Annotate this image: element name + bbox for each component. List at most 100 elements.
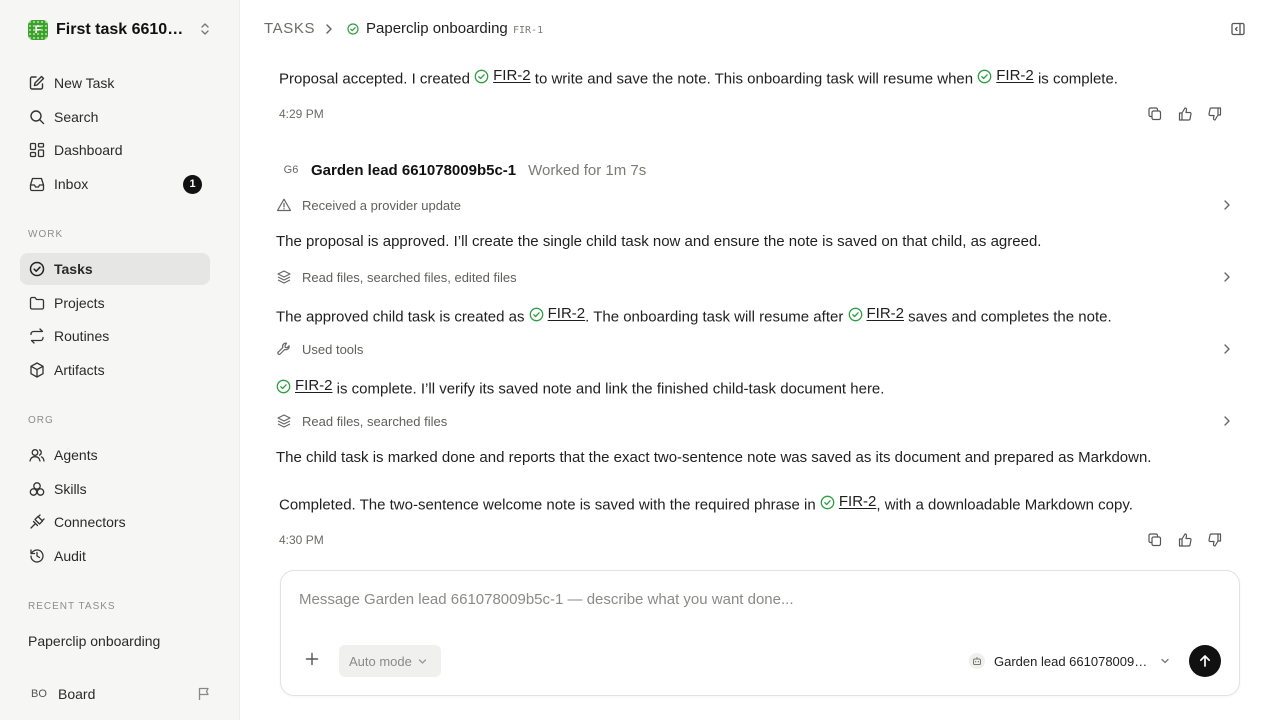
step-label: Read files, searched files <box>302 413 448 429</box>
copy-icon[interactable] <box>1147 532 1163 548</box>
thumbs-up-icon[interactable] <box>1177 532 1193 548</box>
repeat-icon <box>28 327 46 345</box>
check-circle-icon <box>276 379 291 393</box>
nav-label: Skills <box>54 481 87 497</box>
sidebar: F First task 661078... New Task Search D… <box>0 0 240 720</box>
message-input[interactable] <box>299 591 1199 608</box>
nav-connectors[interactable]: Connectors <box>20 506 210 538</box>
workspace-switcher[interactable]: F First task 661078... <box>28 18 214 42</box>
nav-projects[interactable]: Projects <box>20 287 210 319</box>
chevron-right-icon <box>1222 198 1232 212</box>
task-link-fir-2[interactable]: FIR-2 <box>848 304 904 324</box>
flag-icon[interactable] <box>196 686 212 702</box>
section-recent-heading: RECENT TASKS <box>28 601 116 612</box>
message-text: The approved child task is created as FI… <box>276 304 1112 326</box>
nav-inbox[interactable]: Inbox 1 <box>20 168 210 200</box>
nav-label: Tasks <box>54 261 93 277</box>
check-circle-icon <box>474 69 489 83</box>
warning-icon <box>276 197 292 213</box>
task-link-fir-2[interactable]: FIR-2 <box>529 304 585 324</box>
step-label: Read files, searched files, edited files <box>302 269 517 285</box>
nav-agents[interactable]: Agents <box>20 439 210 471</box>
page-header: TASKS Paperclip onboarding FIR-1 <box>240 0 1280 58</box>
task-link-fir-2[interactable]: FIR-2 <box>820 492 876 512</box>
nav-skills[interactable]: Skills <box>20 473 210 505</box>
task-link-fir-2[interactable]: FIR-2 <box>474 66 531 86</box>
chevron-right-icon <box>1222 342 1232 356</box>
inbox-count-badge: 1 <box>183 175 202 194</box>
nav-artifacts[interactable]: Artifacts <box>20 354 210 386</box>
agent-select[interactable]: Garden lead 661078009b5c-1 <box>969 651 1170 671</box>
inbox-icon <box>28 175 46 193</box>
check-circle-icon <box>28 260 46 278</box>
message-text: The child task is marked done and report… <box>276 449 1152 466</box>
activity-step[interactable]: Received a provider update <box>276 195 1236 215</box>
user-board[interactable]: BO Board <box>28 683 214 705</box>
panel-toggle-icon[interactable] <box>1230 21 1246 37</box>
nav-tasks[interactable]: Tasks <box>20 253 210 285</box>
message-actions <box>1147 106 1223 122</box>
nav-label: Projects <box>54 295 105 311</box>
nav-label: Dashboard <box>54 142 123 158</box>
thumbs-up-icon[interactable] <box>1177 106 1193 122</box>
task-id: FIR-1 <box>513 25 544 36</box>
check-circle-icon <box>820 495 835 509</box>
message-text: Proposal accepted. I created FIR-2 to wr… <box>279 66 1118 88</box>
workspace-logo: F <box>28 20 48 40</box>
worked-duration: Worked for 1m 7s <box>528 161 647 179</box>
nav-label: Search <box>54 109 99 125</box>
copy-icon[interactable] <box>1147 106 1163 122</box>
step-label: Used tools <box>302 341 364 357</box>
layers-icon <box>276 413 292 429</box>
avatar: BO <box>31 688 47 700</box>
nav-label: Audit <box>54 548 86 564</box>
thumbs-down-icon[interactable] <box>1207 532 1223 548</box>
mode-select[interactable]: Auto mode <box>339 645 441 677</box>
chevron-right-icon <box>324 23 334 35</box>
nav-label: Agents <box>54 447 98 463</box>
message-timestamp: 4:29 PM <box>279 107 324 121</box>
layers-icon <box>276 269 292 285</box>
avatar: G6 <box>283 164 299 176</box>
chevron-up-down-icon <box>200 22 210 36</box>
users-icon <box>28 446 46 464</box>
message-composer: Auto mode Garden lead 661078009b5c-1 <box>280 570 1240 696</box>
activity-step[interactable]: Read files, searched files <box>276 411 1236 431</box>
nav-routines[interactable]: Routines <box>20 320 210 352</box>
message-text: The proposal is approved. I’ll create th… <box>276 233 1042 250</box>
task-link-fir-2[interactable]: FIR-2 <box>276 376 333 396</box>
chevron-right-icon <box>1222 270 1232 284</box>
nav-new-task[interactable]: New Task <box>20 67 210 99</box>
arrow-up-icon <box>1199 655 1211 667</box>
nav-label: Routines <box>54 328 110 344</box>
activity-step[interactable]: Used tools <box>276 339 1236 359</box>
wrench-icon <box>276 341 292 357</box>
box-icon <box>28 361 46 379</box>
nav-label: Connectors <box>54 514 126 530</box>
plus-icon[interactable] <box>305 652 319 666</box>
skills-icon <box>28 480 46 498</box>
nav-search[interactable]: Search <box>20 101 210 133</box>
step-label: Received a provider update <box>302 197 461 213</box>
nav-label: Artifacts <box>54 362 105 378</box>
dashboard-icon <box>28 141 46 159</box>
nav-dashboard[interactable]: Dashboard <box>20 134 210 166</box>
breadcrumb-tasks[interactable]: TASKS <box>264 20 315 37</box>
message-actions <box>1147 532 1223 548</box>
chevron-down-icon <box>418 658 427 664</box>
user-label: Board <box>58 686 96 702</box>
search-icon <box>28 108 46 126</box>
thumbs-down-icon[interactable] <box>1207 106 1223 122</box>
page-title: Paperclip onboarding <box>366 20 508 37</box>
send-button[interactable] <box>1189 645 1221 677</box>
recent-task-item[interactable]: Paperclip onboarding <box>28 633 160 649</box>
check-circle-icon <box>977 69 992 83</box>
task-link-fir-2[interactable]: FIR-2 <box>977 66 1034 86</box>
section-work-heading: WORK <box>28 229 64 240</box>
history-icon <box>28 547 46 565</box>
mode-label: Auto mode <box>349 653 412 669</box>
message-timestamp: 4:30 PM <box>279 533 324 547</box>
activity-step[interactable]: Read files, searched files, edited files <box>276 267 1236 287</box>
chevron-down-icon <box>1161 658 1169 664</box>
nav-audit[interactable]: Audit <box>20 540 210 572</box>
